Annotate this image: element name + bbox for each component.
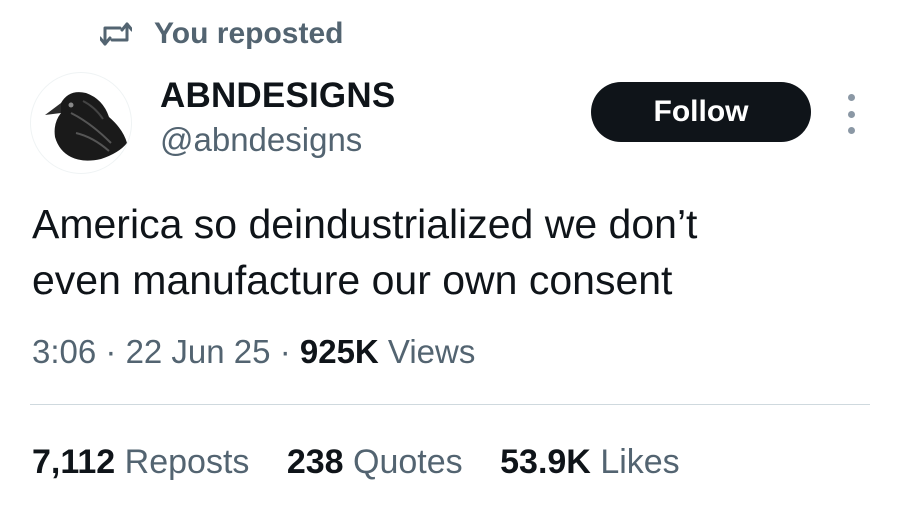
follow-button[interactable]: Follow xyxy=(591,82,811,142)
likes-stat[interactable]: 53.9K Likes xyxy=(500,443,680,481)
raven-avatar-icon xyxy=(45,92,127,161)
engagement-stats: 7,112 Reposts 238 Quotes 53.9K Likes xyxy=(32,440,680,484)
reposts-count: 7,112 xyxy=(32,443,116,481)
likes-count: 53.9K xyxy=(500,443,591,481)
quotes-label: Quotes xyxy=(353,443,463,481)
tweet-date[interactable]: 22 Jun 25 xyxy=(126,333,271,370)
repost-context: You reposted xyxy=(100,14,343,54)
quotes-count: 238 xyxy=(286,443,344,481)
tweet-line: America so deindustrialized we don’t xyxy=(32,201,698,247)
divider xyxy=(30,404,870,405)
tweet-time[interactable]: 3:06 xyxy=(32,333,96,370)
tweet-meta: 3:06 · 22 Jun 25 · 925K Views xyxy=(32,330,475,374)
meta-separator: · xyxy=(270,333,300,370)
more-vertical-icon[interactable] xyxy=(838,94,864,134)
views-count: 925K xyxy=(299,333,379,370)
more-dot xyxy=(847,127,855,134)
reposts-label: Reposts xyxy=(124,443,250,481)
meta-separator: · xyxy=(96,333,126,370)
user-info: ABNDESIGNS @abndesigns xyxy=(160,74,395,162)
quotes-stat[interactable]: 238 Quotes xyxy=(287,443,463,481)
views-label: Views xyxy=(387,333,476,370)
repost-label: You reposted xyxy=(154,17,344,50)
user-handle[interactable]: @abndesigns xyxy=(160,118,395,162)
more-dot xyxy=(847,110,855,118)
more-dot xyxy=(847,94,855,101)
tweet-line: even manufacture our own consent xyxy=(32,257,673,303)
display-name[interactable]: ABNDESIGNS xyxy=(160,74,395,118)
likes-label: Likes xyxy=(600,443,680,481)
reposts-stat[interactable]: 7,112 Reposts xyxy=(32,443,249,481)
repost-icon xyxy=(100,20,132,48)
tweet-text: America so deindustrialized we don’t eve… xyxy=(32,196,872,308)
avatar[interactable] xyxy=(30,72,132,174)
